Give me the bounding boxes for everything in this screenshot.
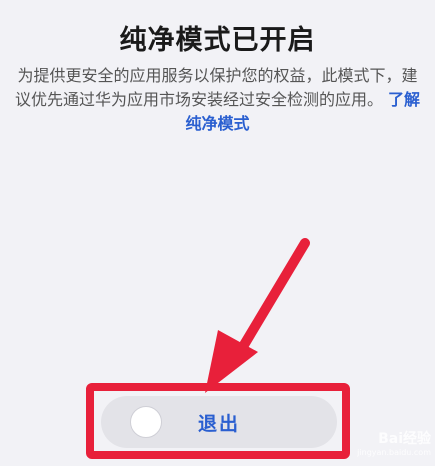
pure-mode-screen: 纯净模式已开启 为提供更安全的应用服务以保护您的权益，此模式下，建议优先通过华为… (0, 0, 435, 466)
annotation-highlight-box (86, 383, 350, 459)
watermark-text: Bai经验 (378, 431, 431, 447)
watermark: Bai经验 jingyan.baidu.com (357, 432, 431, 460)
watermark-subtext: jingyan.baidu.com (357, 448, 431, 457)
